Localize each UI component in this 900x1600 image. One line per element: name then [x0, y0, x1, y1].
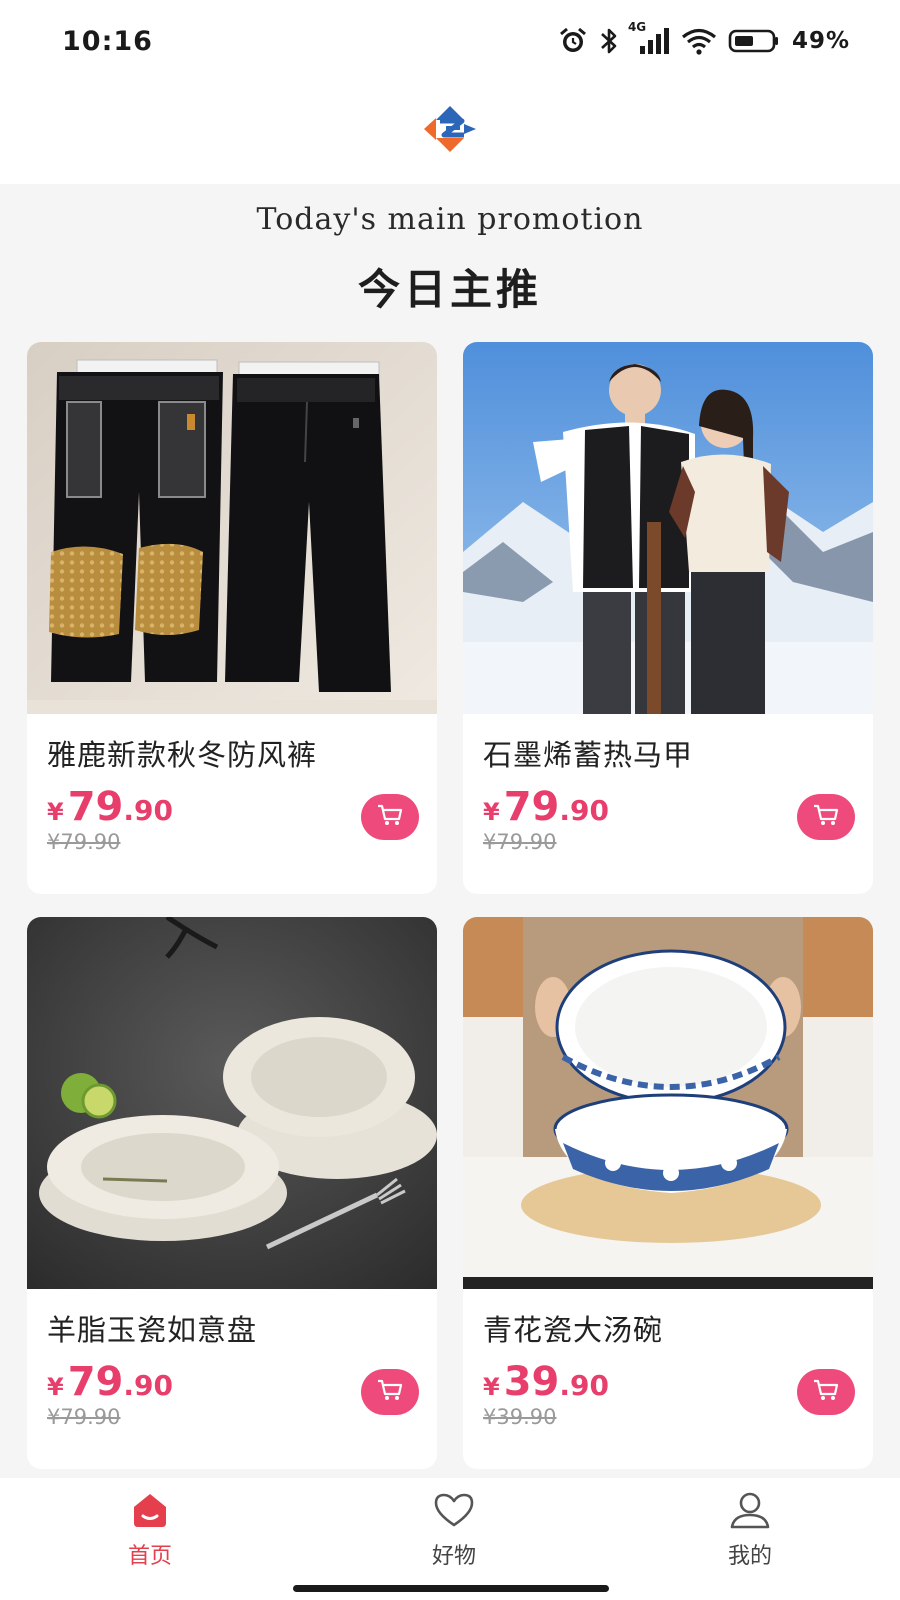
currency-symbol: ¥: [483, 798, 500, 826]
add-to-cart-button[interactable]: [361, 794, 419, 840]
status-bar: 10:16 4G 49%: [0, 0, 900, 86]
product-card[interactable]: 羊脂玉瓷如意盘 ¥ 79 .90 ¥79.90: [27, 917, 437, 1469]
brand-logo-icon: [420, 104, 480, 154]
price-integer: 79: [67, 1359, 124, 1405]
product-title: 雅鹿新款秋冬防风裤: [47, 738, 318, 772]
product-price: ¥ 79 .90: [47, 1359, 173, 1405]
nav-label-mine: 我的: [727, 1544, 772, 1569]
nav-item-goods[interactable]: 好物: [384, 1488, 524, 1578]
product-title: 羊脂玉瓷如意盘: [47, 1313, 258, 1347]
original-price: ¥79.90: [47, 1405, 121, 1429]
price-decimal: .90: [123, 1369, 173, 1402]
price-decimal: .90: [123, 794, 173, 827]
add-to-cart-button[interactable]: [797, 1369, 855, 1415]
wifi-icon: [680, 26, 718, 56]
bottom-nav: 首页 好物 我的: [0, 1478, 900, 1600]
original-price: ¥39.90: [483, 1405, 557, 1429]
product-card[interactable]: 雅鹿新款秋冬防风裤 ¥ 79 .90 ¥79.90: [27, 342, 437, 894]
product-card[interactable]: 青花瓷大汤碗 ¥ 39 .90 ¥39.90: [463, 917, 873, 1469]
product-image-pants[interactable]: [27, 342, 437, 714]
nav-label-home: 首页: [127, 1544, 172, 1569]
price-integer: 39: [503, 1359, 560, 1405]
price-integer: 79: [67, 784, 124, 830]
add-to-cart-button[interactable]: [797, 794, 855, 840]
app-header: [0, 86, 900, 184]
cart-icon: [376, 1378, 404, 1406]
original-price: ¥79.90: [47, 830, 121, 854]
status-icons: 4G 49%: [558, 20, 850, 58]
original-price: ¥79.90: [483, 830, 557, 854]
network-type: 4G: [627, 20, 647, 34]
product-image-vests[interactable]: [463, 342, 873, 714]
product-card[interactable]: 石墨烯蓄热马甲 ¥ 79 .90 ¥79.90: [463, 342, 873, 894]
nav-item-home[interactable]: 首页: [80, 1488, 220, 1578]
nav-item-mine[interactable]: 我的: [680, 1488, 820, 1578]
cart-icon: [376, 803, 404, 831]
promo-title-cn: 今日主推: [357, 265, 542, 314]
alarm-icon: [558, 26, 588, 56]
product-price: ¥ 79 .90: [47, 784, 173, 830]
home-icon: [130, 1488, 170, 1532]
battery-icon: [728, 28, 780, 54]
product-price: ¥ 39 .90: [483, 1359, 609, 1405]
home-indicator[interactable]: [293, 1585, 609, 1592]
currency-symbol: ¥: [47, 798, 64, 826]
status-time: 10:16: [62, 26, 153, 57]
product-image-bowls[interactable]: [463, 917, 873, 1289]
nav-label-goods: 好物: [431, 1544, 476, 1569]
bluetooth-icon: [598, 26, 620, 56]
signal-icon: 4G: [628, 20, 670, 56]
price-decimal: .90: [559, 1369, 609, 1402]
user-icon: [728, 1488, 772, 1532]
heart-icon: [432, 1488, 476, 1532]
cart-icon: [812, 803, 840, 831]
promo-title-en: Today's main promotion: [256, 202, 644, 237]
price-decimal: .90: [559, 794, 609, 827]
product-title: 青花瓷大汤碗: [483, 1313, 664, 1347]
price-integer: 79: [503, 784, 560, 830]
product-price: ¥ 79 .90: [483, 784, 609, 830]
battery-percent: 49%: [791, 28, 850, 54]
product-image-plates[interactable]: [27, 917, 437, 1289]
currency-symbol: ¥: [47, 1373, 64, 1401]
product-title: 石墨烯蓄热马甲: [483, 738, 694, 772]
currency-symbol: ¥: [483, 1373, 500, 1401]
cart-icon: [812, 1378, 840, 1406]
add-to-cart-button[interactable]: [361, 1369, 419, 1415]
